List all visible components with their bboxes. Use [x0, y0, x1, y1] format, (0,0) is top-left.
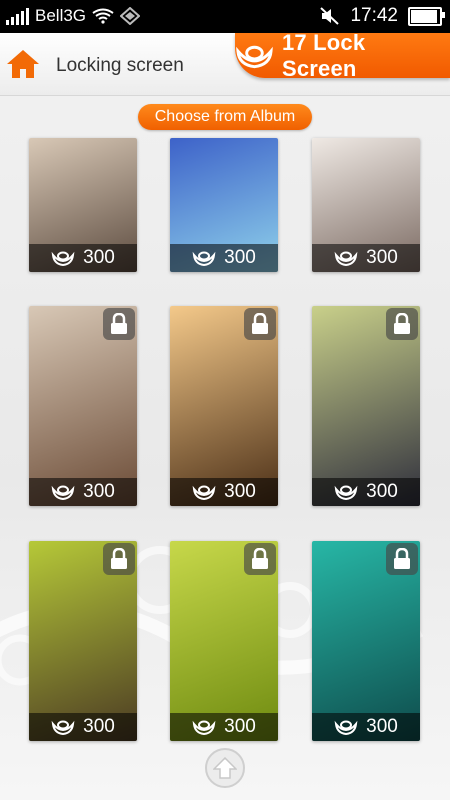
arrow-up-icon [213, 757, 237, 779]
carrier-label: Bell3G [35, 6, 87, 25]
gold-ingot-icon [192, 485, 216, 500]
wallpaper-tile[interactable]: 300 [312, 541, 420, 741]
price-label: 300 [224, 481, 256, 502]
price-label: 300 [83, 481, 115, 502]
app-header: Locking screen 17 Lock Screen [0, 30, 450, 96]
lock-badge [244, 308, 276, 340]
price-label: 300 [366, 247, 398, 268]
lock-badge [103, 543, 135, 575]
price-bar: 300 [170, 478, 278, 506]
wallpaper-tile[interactable]: 300 [170, 138, 278, 272]
lock-badge [386, 543, 418, 575]
lock-icon [252, 313, 268, 334]
price-bar: 300 [312, 478, 420, 506]
wallpaper-tile[interactable]: 300 [312, 138, 420, 272]
gold-ingot-icon [192, 720, 216, 735]
wallpaper-tile[interactable]: 300 [29, 306, 137, 506]
lock-icon [252, 548, 268, 569]
lock-badge [386, 308, 418, 340]
price-label: 300 [83, 247, 115, 268]
price-label: 300 [366, 481, 398, 502]
wifi-icon [92, 8, 114, 24]
wallpaper-tile[interactable]: 300 [29, 541, 137, 741]
gold-ingot-icon [334, 251, 358, 266]
gold-ingot-icon [51, 720, 75, 735]
mute-icon [320, 7, 340, 25]
lock-icon [394, 548, 410, 569]
price-bar: 300 [29, 713, 137, 741]
brand-banner: 17 Lock Screen [235, 30, 450, 81]
lock-badge [103, 308, 135, 340]
price-label: 300 [224, 247, 256, 268]
price-label: 300 [366, 716, 398, 737]
home-button[interactable] [6, 48, 40, 80]
gold-ingot-icon [51, 485, 75, 500]
wallpaper-tile[interactable]: 300 [312, 306, 420, 506]
price-label: 300 [224, 716, 256, 737]
price-bar: 300 [312, 244, 420, 272]
battery-icon [408, 6, 445, 26]
lock-badge [244, 543, 276, 575]
signal-icon [6, 7, 29, 25]
lock-icon [111, 548, 127, 569]
gold-ingot-icon [192, 251, 216, 266]
choose-from-album-button[interactable]: Choose from Album [138, 104, 312, 130]
price-bar: 300 [170, 244, 278, 272]
price-bar: 300 [29, 244, 137, 272]
status-bar: Bell3G 17:42 [0, 0, 450, 33]
gold-ingot-icon [334, 720, 358, 735]
home-icon [7, 50, 39, 78]
clock: 17:42 [350, 5, 398, 26]
price-bar: 300 [170, 713, 278, 741]
gold-ingot-icon [51, 251, 75, 266]
lock-icon [394, 313, 410, 334]
gold-ingot-icon [236, 45, 273, 68]
wallpaper-tile[interactable]: 300 [170, 541, 278, 741]
price-bar: 300 [312, 713, 420, 741]
wallpaper-tile[interactable]: 300 [170, 306, 278, 506]
sync-icon [120, 7, 141, 25]
lock-icon [111, 313, 127, 334]
wallpaper-tile[interactable]: 300 [29, 138, 137, 272]
price-label: 300 [83, 716, 115, 737]
price-bar: 300 [29, 478, 137, 506]
gold-ingot-icon [334, 485, 358, 500]
brand-title: 17 Lock Screen [281, 29, 366, 81]
scroll-to-top-button[interactable] [205, 748, 245, 788]
page-title: Locking screen [56, 55, 184, 76]
